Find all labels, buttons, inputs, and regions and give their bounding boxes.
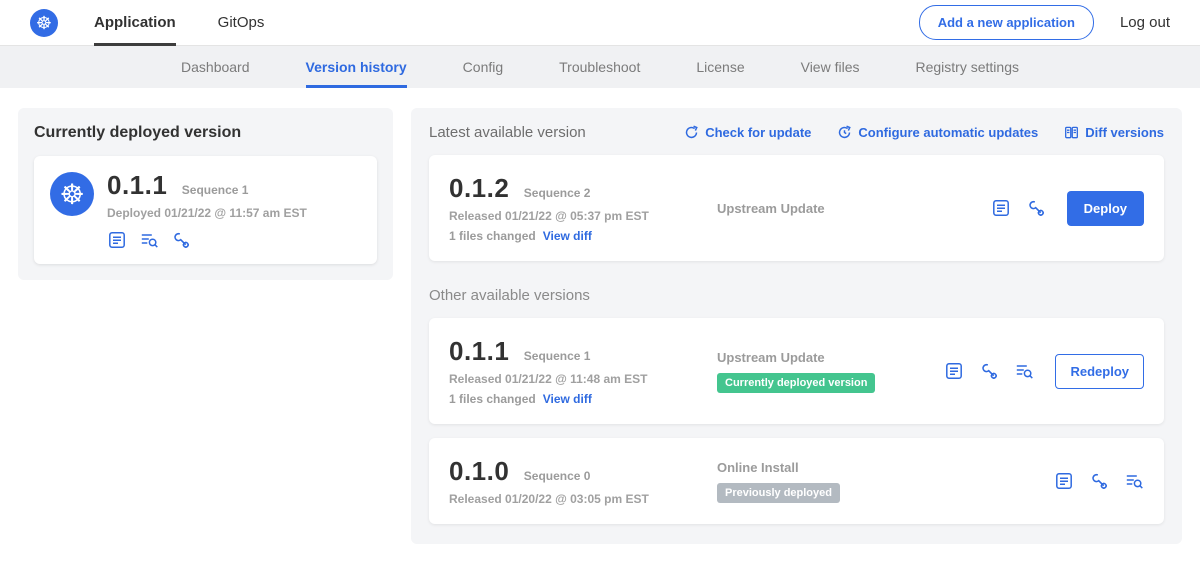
version-row-0-1-1: 0.1.1 Sequence 1 Released 01/21/22 @ 11:… bbox=[429, 318, 1164, 424]
version-source: Online Install bbox=[717, 460, 1054, 475]
config-wrench-icon[interactable] bbox=[171, 230, 191, 250]
subnav-dashboard[interactable]: Dashboard bbox=[181, 46, 250, 88]
deployed-version-number: 0.1.1 bbox=[107, 170, 167, 200]
subnav-config[interactable]: Config bbox=[463, 46, 503, 88]
release-notes-icon[interactable] bbox=[1054, 471, 1074, 491]
released-date: Released 01/21/22 @ 05:37 pm EST bbox=[449, 209, 707, 223]
config-wrench-icon[interactable] bbox=[1026, 198, 1046, 218]
subnav-version-history[interactable]: Version history bbox=[306, 46, 407, 88]
latest-available-title: Latest available version bbox=[429, 124, 586, 141]
deployed-panel-title: Currently deployed version bbox=[34, 124, 377, 142]
files-changed-label: 1 files changed bbox=[449, 229, 536, 243]
deployed-version-card: ☸ 0.1.1 Sequence 1 Deployed 01/21/22 @ 1… bbox=[34, 156, 377, 264]
available-versions-panel: Latest available version Check for updat… bbox=[411, 108, 1182, 544]
tab-gitops[interactable]: GitOps bbox=[218, 0, 265, 46]
add-application-button[interactable]: Add a new application bbox=[919, 5, 1094, 40]
top-header: ☸ Application GitOps Add a new applicati… bbox=[0, 0, 1200, 46]
diff-icon bbox=[1064, 125, 1079, 140]
view-diff-link[interactable]: View diff bbox=[543, 229, 592, 243]
header-tabs: Application GitOps bbox=[94, 0, 264, 46]
released-date: Released 01/21/22 @ 11:48 am EST bbox=[449, 372, 707, 386]
version-sequence: Sequence 2 bbox=[524, 186, 591, 200]
version-row-0-1-2: 0.1.2 Sequence 2 Released 01/21/22 @ 05:… bbox=[429, 155, 1164, 261]
currently-deployed-panel: Currently deployed version ☸ 0.1.1 Seque… bbox=[18, 108, 393, 280]
version-sequence: Sequence 0 bbox=[524, 469, 591, 483]
files-changed-label: 1 files changed bbox=[449, 392, 536, 406]
config-wrench-icon[interactable] bbox=[979, 361, 999, 381]
version-source: Upstream Update bbox=[717, 350, 944, 365]
refresh-icon bbox=[684, 125, 699, 140]
deploy-logs-icon[interactable] bbox=[139, 230, 159, 250]
config-wrench-icon[interactable] bbox=[1089, 471, 1109, 491]
diff-versions-label: Diff versions bbox=[1085, 125, 1164, 140]
kubernetes-logo-icon: ☸ bbox=[30, 9, 58, 37]
main-content: Currently deployed version ☸ 0.1.1 Seque… bbox=[0, 88, 1200, 564]
logout-button[interactable]: Log out bbox=[1120, 14, 1170, 31]
deploy-logs-icon[interactable] bbox=[1124, 471, 1144, 491]
tab-application[interactable]: Application bbox=[94, 0, 176, 46]
diff-versions-link[interactable]: Diff versions bbox=[1064, 125, 1164, 140]
release-notes-icon[interactable] bbox=[944, 361, 964, 381]
deployed-date: Deployed 01/21/22 @ 11:57 am EST bbox=[107, 206, 307, 220]
configure-auto-updates-label: Configure automatic updates bbox=[858, 125, 1038, 140]
check-for-update-link[interactable]: Check for update bbox=[684, 125, 811, 140]
version-number: 0.1.2 bbox=[449, 173, 509, 203]
deploy-button[interactable]: Deploy bbox=[1067, 191, 1144, 226]
app-subnav: Dashboard Version history Config Trouble… bbox=[0, 46, 1200, 88]
deploy-logs-icon[interactable] bbox=[1014, 361, 1034, 381]
app-logo-icon: ☸ bbox=[50, 172, 94, 216]
version-number: 0.1.0 bbox=[449, 456, 509, 486]
configure-auto-updates-link[interactable]: Configure automatic updates bbox=[837, 125, 1038, 140]
subnav-registry-settings[interactable]: Registry settings bbox=[916, 46, 1019, 88]
version-source: Upstream Update bbox=[717, 201, 991, 216]
currently-deployed-badge: Currently deployed version bbox=[717, 373, 875, 393]
check-for-update-label: Check for update bbox=[705, 125, 811, 140]
view-diff-link[interactable]: View diff bbox=[543, 392, 592, 406]
subnav-view-files[interactable]: View files bbox=[801, 46, 860, 88]
released-date: Released 01/20/22 @ 03:05 pm EST bbox=[449, 492, 707, 506]
release-notes-icon[interactable] bbox=[107, 230, 127, 250]
subnav-troubleshoot[interactable]: Troubleshoot bbox=[559, 46, 640, 88]
subnav-license[interactable]: License bbox=[696, 46, 744, 88]
release-notes-icon[interactable] bbox=[991, 198, 1011, 218]
redeploy-button[interactable]: Redeploy bbox=[1055, 354, 1144, 389]
version-row-0-1-0: 0.1.0 Sequence 0 Released 01/20/22 @ 03:… bbox=[429, 438, 1164, 524]
deployed-sequence: Sequence 1 bbox=[182, 183, 249, 197]
version-sequence: Sequence 1 bbox=[524, 349, 591, 363]
version-number: 0.1.1 bbox=[449, 336, 509, 366]
previously-deployed-badge: Previously deployed bbox=[717, 483, 840, 503]
auto-update-clock-icon bbox=[837, 125, 852, 140]
other-versions-title: Other available versions bbox=[429, 287, 1164, 304]
